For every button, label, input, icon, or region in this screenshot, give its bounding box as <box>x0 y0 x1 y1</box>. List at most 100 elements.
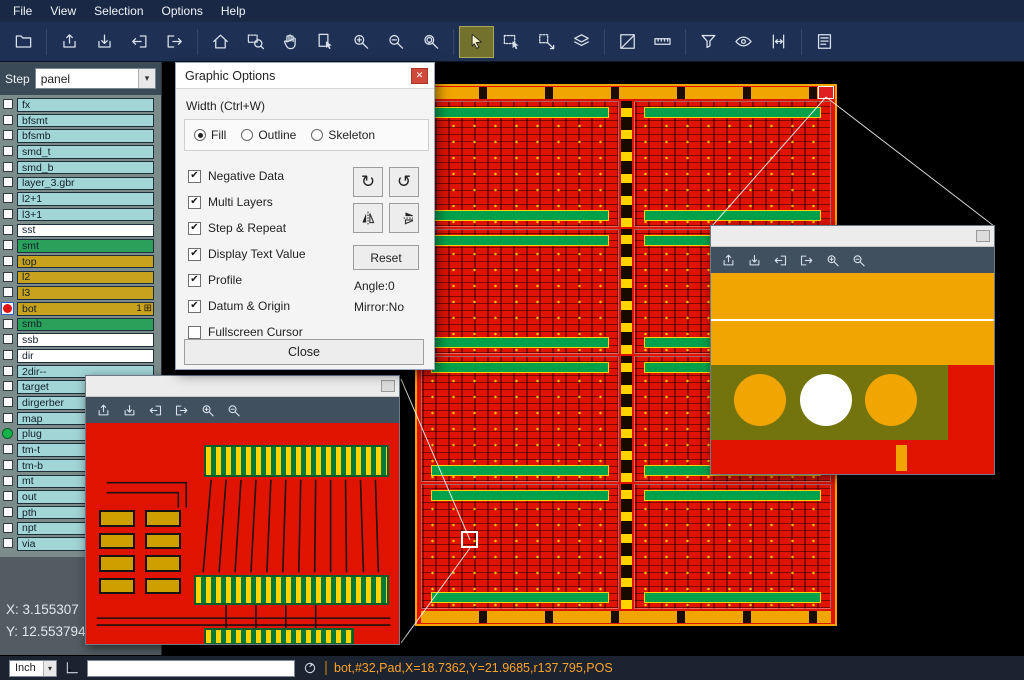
unit-select[interactable]: Inch ▾ <box>9 660 57 677</box>
export-right-icon[interactable] <box>799 253 814 268</box>
checkbox-display-text-value[interactable]: ✔Display Text Value <box>188 241 306 267</box>
layer-row-bot[interactable]: bot 1 ⊞ <box>0 301 161 317</box>
reset-button[interactable]: Reset <box>353 245 419 270</box>
layer-row-sst[interactable]: sst <box>0 223 161 239</box>
export-right-button[interactable] <box>157 26 192 58</box>
layer-row-l3p1[interactable]: l3+1 <box>0 207 161 223</box>
checkbox-icon[interactable]: ✔ <box>188 326 201 339</box>
menu-view[interactable]: View <box>41 2 85 20</box>
save-up-icon[interactable] <box>96 403 111 418</box>
layer-label[interactable]: smt <box>17 239 154 253</box>
layer-checkbox[interactable] <box>3 287 13 297</box>
checkbox-profile[interactable]: ✔Profile <box>188 267 306 293</box>
pan-hand-button[interactable] <box>273 26 308 58</box>
checkbox-negative-data[interactable]: ✔Negative Data <box>188 163 306 189</box>
zoom-window-button[interactable] <box>238 26 273 58</box>
menu-help[interactable]: Help <box>212 2 255 20</box>
page-select-button[interactable] <box>308 26 343 58</box>
checkbox-icon[interactable]: ✔ <box>188 196 201 209</box>
menu-selection[interactable]: Selection <box>85 2 152 20</box>
transform-move-button[interactable] <box>529 26 564 58</box>
zoom-window-titlebar[interactable] <box>711 226 994 247</box>
mirror-vertical-button[interactable] <box>389 203 419 233</box>
layer-checkbox[interactable] <box>3 523 13 533</box>
save-up-button[interactable] <box>52 26 87 58</box>
layer-checkbox[interactable] <box>3 115 13 125</box>
layer-row-smt[interactable]: smt <box>0 238 161 254</box>
zoom-out-icon[interactable] <box>226 403 241 418</box>
layer-label[interactable]: l3+1 <box>17 208 154 222</box>
layer-checkbox[interactable] <box>3 334 13 344</box>
zoom-in-icon[interactable] <box>200 403 215 418</box>
layer-checkbox[interactable] <box>3 366 13 376</box>
refresh-circle-icon[interactable] <box>302 660 318 676</box>
layer-checkbox[interactable] <box>3 444 13 454</box>
layer-checkbox[interactable] <box>3 507 13 517</box>
zoom-in-button[interactable] <box>343 26 378 58</box>
checkbox-icon[interactable]: ✔ <box>188 222 201 235</box>
layer-checkbox[interactable] <box>3 413 13 423</box>
layer-row-l2[interactable]: l2 <box>0 270 161 286</box>
layer-checkbox[interactable] <box>3 240 13 250</box>
zoom-out-button[interactable] <box>378 26 413 58</box>
layer-row-smd_b[interactable]: smd_b <box>0 160 161 176</box>
chevron-down-icon[interactable]: ▾ <box>138 69 155 88</box>
layer-checkbox[interactable] <box>3 99 13 109</box>
zoom-window-titlebar[interactable] <box>86 376 399 397</box>
zoom-in-icon[interactable] <box>825 253 840 268</box>
import-left-icon[interactable] <box>773 253 788 268</box>
layer-checkbox[interactable] <box>3 193 13 203</box>
layer-checkbox[interactable] <box>3 381 13 391</box>
load-down-button[interactable] <box>87 26 122 58</box>
ruler-button[interactable] <box>645 26 680 58</box>
layer-row-l3[interactable]: l3 <box>0 285 161 301</box>
layer-checkbox[interactable] <box>3 256 13 266</box>
layer-checkbox[interactable] <box>3 350 13 360</box>
layer-label[interactable]: top <box>17 255 154 269</box>
layer-checkbox[interactable] <box>3 319 13 329</box>
layer-row-smd_t[interactable]: smd_t <box>0 144 161 160</box>
home-view-button[interactable] <box>203 26 238 58</box>
zoom-window-right[interactable] <box>710 225 995 475</box>
layer-checkbox[interactable] <box>3 538 13 548</box>
layer-row-smb[interactable]: smb <box>0 317 161 333</box>
checkbox-icon[interactable]: ✔ <box>188 300 201 313</box>
layer-label[interactable]: fx <box>17 98 154 112</box>
measure-line-button[interactable] <box>610 26 645 58</box>
load-down-icon[interactable] <box>122 403 137 418</box>
layer-row-ssb[interactable]: ssb <box>0 332 161 348</box>
visibility-eye-button[interactable] <box>726 26 761 58</box>
window-menu-button[interactable] <box>976 230 990 242</box>
layer-row-l2p1[interactable]: l2+1 <box>0 191 161 207</box>
layer-row-layer3[interactable]: layer_3.gbr <box>0 175 161 191</box>
radio-button-icon[interactable] <box>241 129 253 141</box>
window-menu-button[interactable] <box>381 380 395 392</box>
layer-row-dir[interactable]: dir <box>0 348 161 364</box>
zoom-window-left[interactable] <box>85 375 400 645</box>
layer-row-top[interactable]: top <box>0 254 161 270</box>
layer-stack-button[interactable] <box>564 26 599 58</box>
layer-checkbox[interactable] <box>3 130 13 140</box>
radio-outline[interactable]: Outline <box>241 128 296 142</box>
checkbox-step-repeat[interactable]: ✔Step & Repeat <box>188 215 306 241</box>
radio-fill[interactable]: Fill <box>194 128 226 142</box>
layer-checkbox[interactable] <box>3 177 13 187</box>
rotate-ccw-button[interactable]: ↺ <box>389 167 419 197</box>
layer-label[interactable]: smb <box>17 318 154 332</box>
layer-checkbox[interactable] <box>3 146 13 156</box>
close-button[interactable]: Close <box>184 339 424 365</box>
layer-checkbox[interactable] <box>3 209 13 219</box>
close-icon[interactable]: ✕ <box>411 68 428 84</box>
layer-row-fx[interactable]: fx <box>0 97 161 113</box>
layer-checkbox[interactable] <box>3 491 13 501</box>
radio-skeleton[interactable]: Skeleton <box>311 128 375 142</box>
layer-label[interactable]: bot 1 ⊞ <box>17 302 154 316</box>
menu-options[interactable]: Options <box>153 2 212 20</box>
layer-label[interactable]: bfsmt <box>17 114 154 128</box>
report-list-button[interactable] <box>807 26 842 58</box>
layer-label[interactable]: l2 <box>17 271 154 285</box>
layer-label[interactable]: l3 <box>17 286 154 300</box>
dialog-titlebar[interactable]: Graphic Options ✕ <box>176 63 434 89</box>
filter-funnel-button[interactable] <box>691 26 726 58</box>
step-select[interactable]: panel ▾ <box>35 68 156 89</box>
